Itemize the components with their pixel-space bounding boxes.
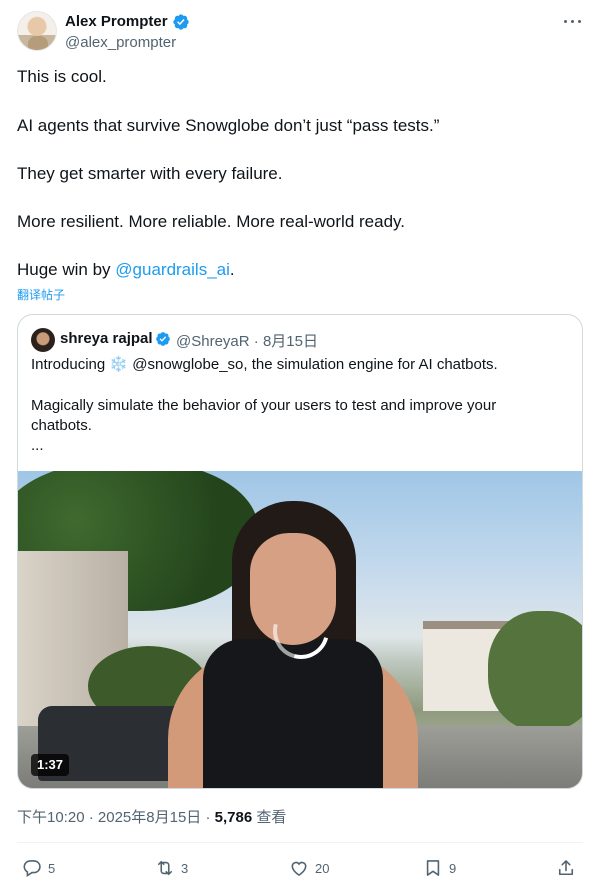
tweet-text-prefix: Huge win by [17, 260, 116, 279]
reply-count: 5 [48, 860, 56, 876]
share-icon [558, 860, 574, 876]
author-name[interactable]: Alex Prompter [65, 13, 168, 30]
tweet-text-line-1: This is cool. [17, 67, 107, 86]
bookmark-count: 9 [449, 860, 457, 876]
share-button[interactable] [556, 855, 576, 881]
reply-button[interactable]: 5 [22, 855, 55, 881]
like-count: 20 [315, 860, 330, 876]
quoted-text-line-2: Magically simulate the behavior of your … [31, 397, 497, 414]
divider [17, 842, 583, 843]
tweet-text-line-5: Huge win by @guardrails_ai. [17, 259, 235, 281]
author-handle[interactable]: @alex_prompter [65, 34, 176, 51]
translate-post-link[interactable]: 翻译帖子 [17, 286, 65, 303]
quoted-meta: @ShreyaR · 8月15日 [176, 330, 318, 351]
tweet-date[interactable]: 2025年8月15日 [98, 809, 201, 826]
video-duration-badge: 1:37 [31, 754, 70, 776]
meta-separator-1: · [88, 809, 94, 826]
quoted-date[interactable]: 8月15日 [263, 333, 318, 350]
views-label: 查看 [256, 809, 287, 826]
quoted-text-prefix: Introducing [31, 356, 110, 373]
more-options-icon[interactable] [562, 14, 584, 30]
tweet-time[interactable]: 下午10:20 [17, 809, 85, 826]
tweet-text-suffix: . [229, 260, 235, 279]
video-scene-bush-right [488, 611, 582, 731]
tweet-text-line-3: They get smarter with every failure. [17, 164, 283, 183]
quoted-separator: · [253, 333, 259, 350]
reply-icon [23, 860, 41, 877]
quoted-text-line-1: Introducing ❄️ @snowglobe_so, the simula… [31, 355, 498, 375]
author-avatar[interactable] [17, 11, 57, 51]
quoted-handle[interactable]: @ShreyaR [176, 333, 250, 350]
tweet-text-line-2: AI agents that survive Snowglobe don’t j… [17, 116, 440, 135]
video-player[interactable]: 1:37 [18, 471, 582, 788]
tweet-card: Alex Prompter @alex_prompter This is coo… [0, 0, 599, 893]
retweet-icon [157, 860, 173, 876]
meta-separator-2: · [205, 809, 211, 826]
quoted-text-suffix: @snowglobe_so, the simulation engine for… [128, 356, 498, 373]
quoted-tweet[interactable]: shreya rajpal @ShreyaR · 8月15日 Introduci… [17, 314, 583, 789]
retweet-count: 3 [181, 860, 189, 876]
quoted-verified-badge-icon [156, 332, 170, 346]
retweet-button[interactable]: 3 [155, 855, 188, 881]
tweet-text-line-4: More resilient. More reliable. More real… [17, 212, 405, 231]
bookmark-button[interactable]: 9 [423, 855, 456, 881]
heart-icon [291, 861, 307, 877]
quoted-text-line-3: chatbots. [31, 417, 92, 434]
snowflake-icon: ❄️ [109, 356, 129, 373]
quoted-text-ellipsis: ... [31, 437, 44, 454]
quoted-author-avatar[interactable] [31, 328, 55, 352]
tweet-timestamp: 下午10:20 · 2025年8月15日 · 5,786 查看 [17, 806, 286, 827]
verified-badge-icon [173, 14, 189, 30]
like-button[interactable]: 20 [289, 855, 329, 881]
mention-link[interactable]: @guardrails_ai [115, 260, 230, 279]
views-count[interactable]: 5,786 [215, 809, 253, 826]
video-person-top [203, 639, 383, 788]
quoted-author-name[interactable]: shreya rajpal [60, 330, 153, 347]
bookmark-icon [426, 860, 440, 876]
